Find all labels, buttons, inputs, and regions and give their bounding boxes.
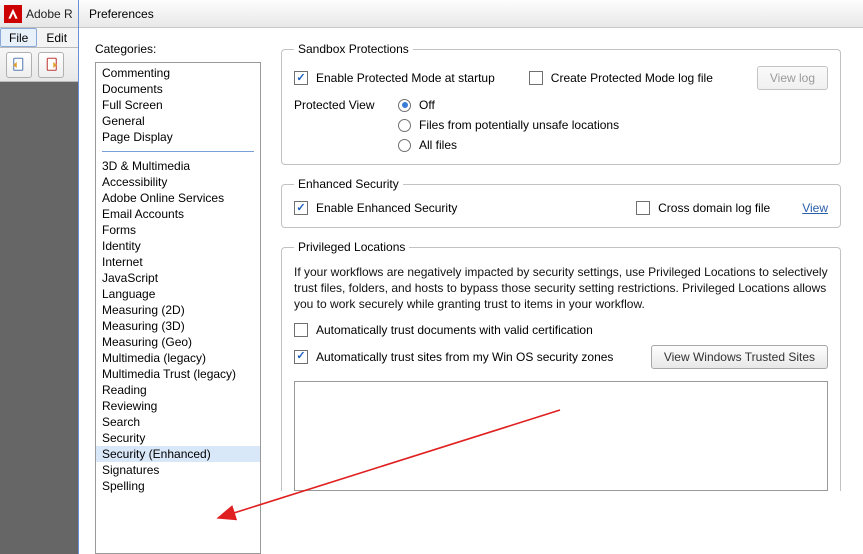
category-item[interactable]: Identity	[96, 238, 260, 254]
pv-radio-unsafe[interactable]	[398, 119, 411, 132]
pv-label-all: All files	[419, 138, 457, 152]
auto-trust-zones-checkbox[interactable]	[294, 350, 308, 364]
categories-list[interactable]: CommentingDocumentsFull ScreenGeneralPag…	[95, 62, 261, 554]
categories-label: Categories:	[95, 42, 261, 56]
app-title: Adobe R	[26, 7, 73, 21]
pv-radio-off[interactable]	[398, 99, 411, 112]
auto-trust-cert-checkbox[interactable]	[294, 323, 308, 337]
auto-trust-zones-label: Automatically trust sites from my Win OS…	[316, 350, 613, 364]
sandbox-legend: Sandbox Protections	[294, 42, 413, 56]
category-item[interactable]: Measuring (2D)	[96, 302, 260, 318]
category-item[interactable]: JavaScript	[96, 270, 260, 286]
app-titlebar: Adobe R	[0, 0, 78, 28]
category-item[interactable]: Reading	[96, 382, 260, 398]
create-pm-log-checkbox[interactable]	[529, 71, 543, 85]
enable-protected-mode-label: Enable Protected Mode at startup	[316, 71, 495, 85]
privileged-desc: If your workflows are negatively impacte…	[294, 264, 828, 313]
pv-label-unsafe: Files from potentially unsafe locations	[419, 118, 619, 132]
preferences-title: Preferences	[89, 7, 154, 21]
create-pm-log-label: Create Protected Mode log file	[551, 71, 713, 85]
category-item[interactable]: Accessibility	[96, 174, 260, 190]
category-item[interactable]: Commenting	[96, 65, 260, 81]
category-item[interactable]: Adobe Online Services	[96, 190, 260, 206]
view-link[interactable]: View	[802, 201, 828, 215]
category-item[interactable]: Forms	[96, 222, 260, 238]
category-item[interactable]: 3D & Multimedia	[96, 158, 260, 174]
category-item[interactable]: Multimedia Trust (legacy)	[96, 366, 260, 382]
auto-trust-cert-label: Automatically trust documents with valid…	[316, 323, 593, 337]
app-toolbar	[0, 48, 78, 82]
privileged-locations-group: Privileged Locations If your workflows a…	[281, 240, 841, 491]
category-item[interactable]: Search	[96, 414, 260, 430]
category-item[interactable]: Security	[96, 430, 260, 446]
toolbar-icon-page-right[interactable]	[38, 52, 64, 78]
category-item[interactable]: Page Display	[96, 129, 260, 145]
category-divider	[102, 151, 254, 152]
trusted-sites-list[interactable]	[294, 381, 828, 491]
enable-enhanced-label: Enable Enhanced Security	[316, 201, 457, 215]
category-item[interactable]: Spelling	[96, 478, 260, 494]
app-logo-icon	[4, 5, 22, 23]
cross-domain-log-label: Cross domain log file	[658, 201, 770, 215]
category-item[interactable]: Full Screen	[96, 97, 260, 113]
enhanced-security-group: Enhanced Security Enable Enhanced Securi…	[281, 177, 841, 228]
category-item[interactable]: Reviewing	[96, 398, 260, 414]
menu-file[interactable]: File	[0, 28, 37, 47]
app-menubar: File Edit	[0, 28, 78, 48]
category-item[interactable]: Signatures	[96, 462, 260, 478]
cross-domain-log-checkbox[interactable]	[636, 201, 650, 215]
category-item[interactable]: Measuring (3D)	[96, 318, 260, 334]
category-item[interactable]: Measuring (Geo)	[96, 334, 260, 350]
preferences-dialog: Preferences Categories: CommentingDocume…	[78, 0, 863, 554]
preferences-content: Sandbox Protections Enable Protected Mod…	[281, 42, 847, 554]
pv-radio-all[interactable]	[398, 139, 411, 152]
enable-protected-mode-checkbox[interactable]	[294, 71, 308, 85]
category-item[interactable]: Language	[96, 286, 260, 302]
pv-label-off: Off	[419, 98, 435, 112]
view-windows-trusted-sites-button[interactable]: View Windows Trusted Sites	[651, 345, 828, 369]
preferences-titlebar: Preferences	[79, 0, 863, 28]
sandbox-group: Sandbox Protections Enable Protected Mod…	[281, 42, 841, 165]
enhanced-legend: Enhanced Security	[294, 177, 403, 191]
protected-view-label: Protected View	[294, 98, 390, 112]
category-item[interactable]: Multimedia (legacy)	[96, 350, 260, 366]
category-item[interactable]: Email Accounts	[96, 206, 260, 222]
enable-enhanced-checkbox[interactable]	[294, 201, 308, 215]
categories-panel: Categories: CommentingDocumentsFull Scre…	[95, 42, 261, 554]
category-item[interactable]: Security (Enhanced)	[96, 446, 260, 462]
menu-edit[interactable]: Edit	[37, 28, 76, 47]
category-item[interactable]: Documents	[96, 81, 260, 97]
category-item[interactable]: Internet	[96, 254, 260, 270]
category-item[interactable]: General	[96, 113, 260, 129]
toolbar-icon-page-left[interactable]	[6, 52, 32, 78]
view-log-button[interactable]: View log	[757, 66, 828, 90]
privileged-legend: Privileged Locations	[294, 240, 409, 254]
